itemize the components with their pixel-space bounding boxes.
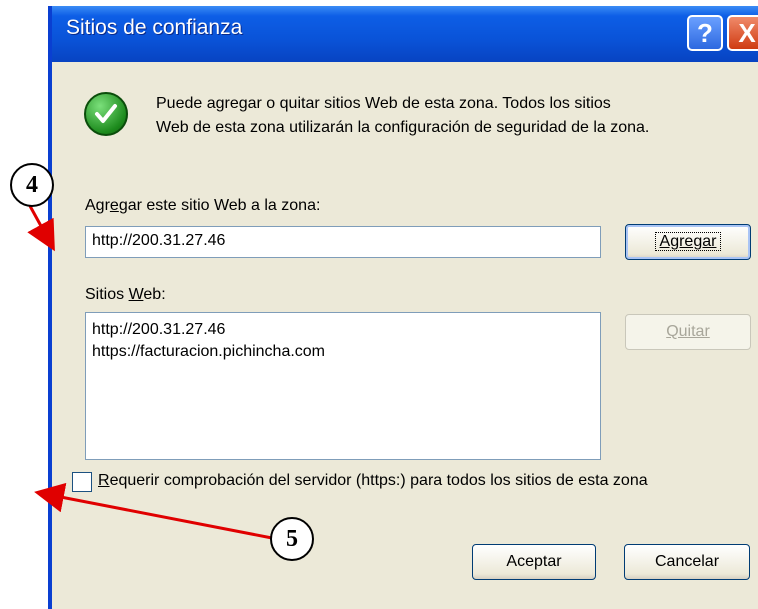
callout-5: 5 <box>270 517 314 561</box>
callout-4: 4 <box>10 163 54 207</box>
arrow-4 <box>27 205 55 252</box>
arrow-5 <box>34 482 273 540</box>
annotation-arrows <box>27 205 273 540</box>
